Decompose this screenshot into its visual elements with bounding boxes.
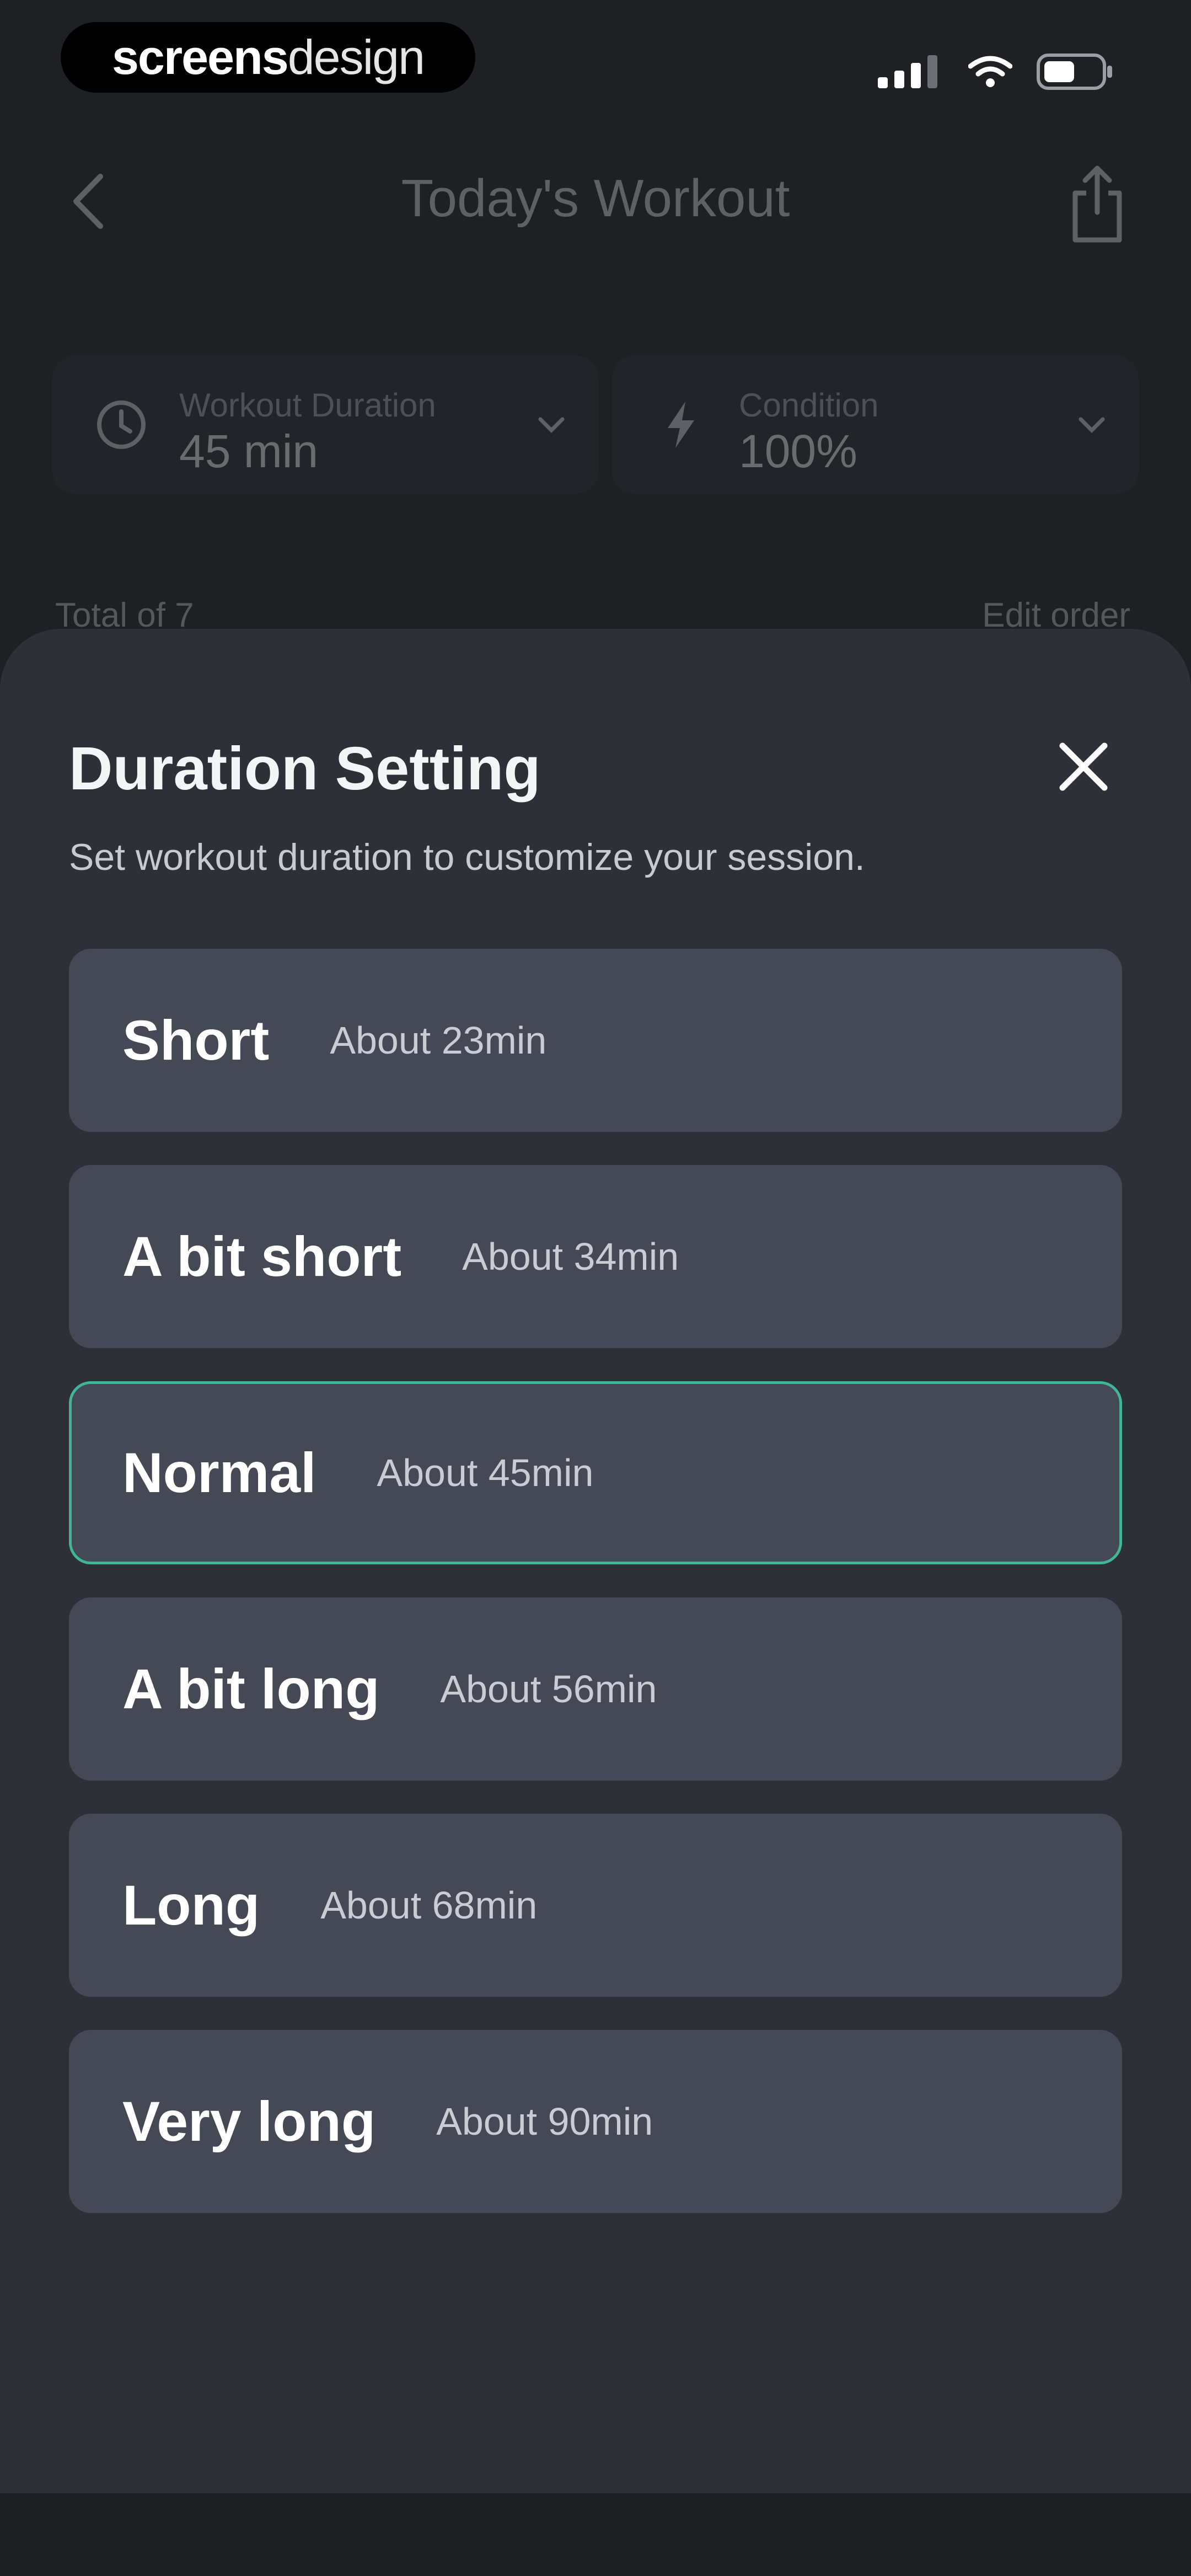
workout-duration-card[interactable]: Workout Duration 45 min — [52, 356, 598, 494]
background-page: Today's Workout Workout Duration 45 min … — [0, 0, 1191, 717]
sheet-subtitle: Set workout duration to customize your s… — [69, 836, 865, 878]
option-time: About 68min — [320, 1884, 538, 1927]
card-value: 100% — [739, 425, 857, 477]
option-time: About 34min — [462, 1235, 679, 1278]
duration-setting-sheet: Duration Setting Set workout duration to… — [0, 629, 1191, 2576]
close-icon[interactable] — [1050, 734, 1117, 800]
chevron-down-icon — [538, 417, 565, 433]
option-time: About 45min — [377, 1451, 594, 1494]
duration-option-short[interactable]: Short About 23min — [69, 949, 1122, 1132]
brand-watermark: screens design — [61, 22, 475, 93]
card-label: Workout Duration — [179, 387, 436, 424]
clock-icon — [97, 400, 146, 449]
status-bar — [878, 50, 1114, 94]
option-name: A bit long — [122, 1657, 380, 1720]
option-name: Normal — [122, 1441, 316, 1504]
home-indicator-area — [0, 2493, 1191, 2576]
share-icon[interactable] — [1064, 163, 1130, 245]
option-name: A bit short — [122, 1225, 402, 1288]
card-label: Condition — [739, 387, 879, 424]
option-name: Long — [122, 1873, 260, 1937]
screen: Today's Workout Workout Duration 45 min … — [0, 0, 1191, 2576]
wifi-icon — [968, 56, 1012, 87]
duration-option-normal[interactable]: Normal About 45min — [69, 1381, 1122, 1564]
option-name: Very long — [122, 2089, 376, 2153]
duration-option-long[interactable]: Long About 68min — [69, 1814, 1122, 1997]
lightning-icon — [668, 402, 694, 448]
option-time: About 90min — [436, 2100, 653, 2143]
battery-icon — [1037, 54, 1112, 90]
option-time: About 56min — [440, 1668, 657, 1711]
condition-card[interactable]: Condition 100% — [612, 356, 1139, 494]
duration-option-very-long[interactable]: Very long About 90min — [69, 2030, 1122, 2213]
signal-icon — [878, 55, 937, 88]
duration-option-a-bit-long[interactable]: A bit long About 56min — [69, 1597, 1122, 1781]
brand-bold: screens — [111, 30, 289, 84]
option-time: About 23min — [330, 1019, 547, 1062]
sheet-title: Duration Setting — [69, 735, 541, 803]
option-name: Short — [122, 1008, 270, 1072]
chevron-down-icon — [1079, 417, 1105, 433]
page-title: Today's Workout — [401, 169, 790, 228]
card-value: 45 min — [179, 425, 319, 477]
duration-option-a-bit-short[interactable]: A bit short About 34min — [69, 1165, 1122, 1348]
brand-light: design — [287, 30, 425, 84]
